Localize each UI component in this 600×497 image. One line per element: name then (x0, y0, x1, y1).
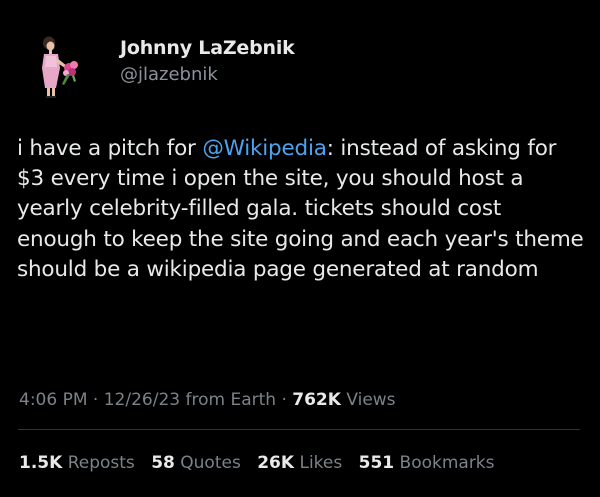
likes-count: 26K (257, 453, 295, 473)
bookmarks-count: 551 (358, 453, 395, 473)
bookmarks-stat[interactable]: 551 Bookmarks (359, 453, 495, 473)
tweet-source: from Earth (180, 390, 277, 410)
tweet-date[interactable]: 12/26/23 (104, 390, 180, 410)
quotes-stat[interactable]: 58 Quotes (151, 453, 241, 473)
reposts-count: 1.5K (19, 453, 63, 473)
author-names: Johnny LaZebnik @jlazebnik (120, 36, 295, 88)
mention-link[interactable]: @Wikipedia (202, 136, 327, 161)
likes-stat[interactable]: 26K Likes (257, 453, 342, 473)
meta-separator: · (276, 390, 293, 410)
views-label[interactable]: Views (341, 390, 395, 410)
handle[interactable]: @jlazebnik (120, 62, 295, 88)
divider (18, 429, 580, 430)
quotes-label: Quotes (174, 453, 241, 473)
quotes-count: 58 (151, 453, 175, 473)
avatar[interactable] (22, 30, 92, 102)
reposts-stat[interactable]: 1.5K Reposts (19, 453, 135, 473)
tweet-text: i have a pitch for @Wikipedia: instead o… (17, 134, 587, 285)
likes-label: Likes (294, 453, 343, 473)
tweet-meta: 4:06 PM · 12/26/23 from Earth · 762K Vie… (19, 390, 396, 410)
views-count[interactable]: 762K (292, 390, 341, 410)
tweet-text-start: i have a pitch for (17, 136, 203, 161)
tweet-time[interactable]: 4:06 PM (19, 390, 88, 410)
bookmarks-label: Bookmarks (394, 453, 495, 473)
figure-with-pink-dress-and-flowers-icon (42, 36, 78, 98)
tweet-header: Johnny LaZebnik @jlazebnik (22, 30, 295, 102)
reposts-label: Reposts (62, 453, 135, 473)
meta-separator: · (87, 390, 104, 410)
tweet-card: Johnny LaZebnik @jlazebnik i have a pitc… (0, 0, 600, 497)
display-name[interactable]: Johnny LaZebnik (120, 36, 295, 60)
engagement-stats: 1.5K Reposts 58 Quotes 26K Likes 551 Boo… (19, 453, 506, 473)
